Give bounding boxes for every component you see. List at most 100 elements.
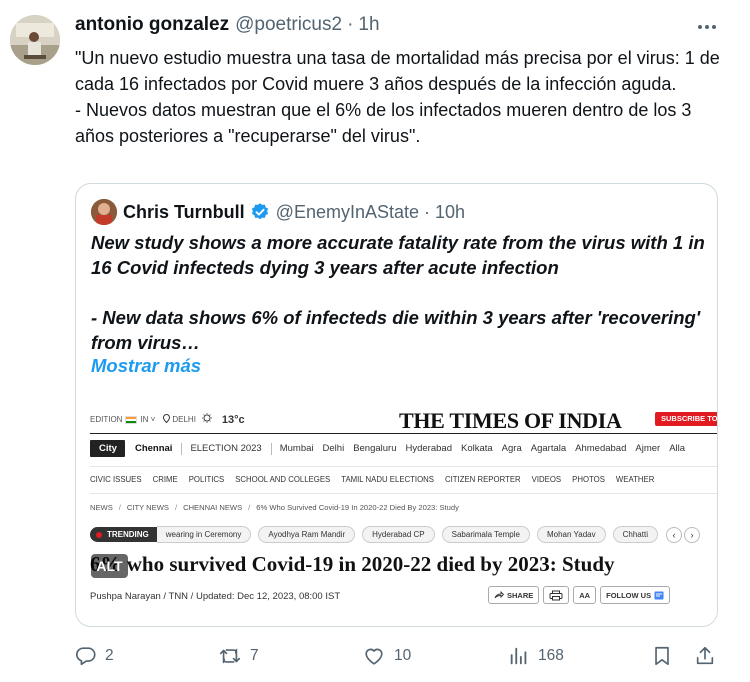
nav-rule: [90, 433, 717, 434]
like-count: 10: [394, 647, 412, 664]
city-nav-item: Delhi: [322, 443, 345, 454]
city-nav-item: Ahmedabad: [575, 443, 627, 454]
nav-separator: [270, 442, 272, 455]
section-nav-item: PHOTOS: [572, 475, 605, 484]
edition-label: EDITION: [90, 415, 123, 424]
breadcrumb-separator: /: [248, 503, 251, 512]
font-size-button: AA: [573, 586, 597, 604]
retweet-icon: [219, 648, 241, 664]
print-icon: [543, 586, 570, 604]
city-nav-active: Chennai: [134, 443, 173, 454]
section-nav-item: CRIME: [152, 475, 178, 484]
article-screenshot[interactable]: EDITION IN ˅ DELHI 13°c THE TIMES OF IND…: [76, 402, 717, 626]
city-nav-item: Agartala: [530, 443, 567, 454]
breadcrumb-item: CHENNAI NEWS: [183, 503, 243, 512]
tweet-header: antonio gonzalez @poetricus2 · 1h: [75, 12, 725, 38]
chevron-left-icon: ‹: [665, 526, 682, 543]
section-nav-item: VIDEOS: [531, 475, 562, 484]
location-pin-icon: [163, 413, 171, 425]
quote-separator-dot: ·: [424, 201, 431, 222]
city-nav-item: Hyderabad: [405, 443, 452, 454]
live-dot-icon: [96, 531, 102, 538]
chevron-right-icon: ›: [683, 526, 700, 543]
city-nav: City Chennai ELECTION 2023 Mumbai Delhi …: [90, 440, 694, 457]
city-nav-item: Mumbai: [279, 443, 314, 454]
edition-bar: EDITION IN ˅ DELHI 13°c: [90, 413, 245, 426]
divider: [90, 493, 717, 494]
city-badge: City: [90, 440, 125, 457]
share-arrow-icon: [494, 591, 504, 599]
city-label: DELHI: [172, 415, 196, 424]
follow-us-button: FOLLOW US: [600, 586, 671, 604]
city-nav-item: Kolkata: [460, 443, 493, 454]
divider: [90, 466, 717, 467]
views-count: 168: [538, 647, 564, 664]
section-nav-item: WEATHER: [615, 475, 655, 484]
breadcrumb: NEWS / CITY NEWS / CHENNAI NEWS / 6% Who…: [90, 503, 459, 512]
google-news-icon: [654, 591, 664, 599]
breadcrumb-item: NEWS: [90, 503, 113, 512]
more-icon[interactable]: [693, 18, 721, 36]
city-nav-item: Alla: [669, 443, 686, 454]
article-share-label: SHARE: [507, 590, 534, 600]
breadcrumb-separator: /: [174, 503, 178, 512]
quote-header: Chris Turnbull @EnemyInAState · 10h: [91, 199, 465, 225]
trending-pill: Sabarimala Temple: [441, 526, 530, 543]
article-byline: Pushpa Narayan / TNN / Updated: Dec 12, …: [90, 591, 341, 602]
trending-pill: Mohan Yadav: [536, 526, 606, 543]
trending-pill: Chhatti: [612, 526, 658, 543]
section-nav-item: TAMIL NADU ELECTIONS: [341, 475, 434, 484]
share-button[interactable]: [694, 640, 724, 672]
quote-author-name[interactable]: Chris Turnbull: [123, 202, 245, 223]
share-icon: [696, 646, 714, 665]
like-button[interactable]: 10: [362, 640, 411, 672]
reply-button[interactable]: 2: [75, 640, 114, 672]
quoted-tweet[interactable]: Chris Turnbull @EnemyInAState · 10h New …: [75, 183, 718, 627]
verified-badge-icon: [250, 202, 270, 222]
breadcrumb-separator: /: [118, 503, 121, 512]
section-nav: CIVIC ISSUES CRIME POLITICS SCHOOL AND C…: [90, 475, 665, 484]
bookmark-icon: [655, 646, 669, 666]
article-share-button: SHARE: [488, 586, 540, 604]
quote-author-handle[interactable]: @EnemyInAState: [276, 202, 419, 223]
tweet-time[interactable]: 1h: [358, 12, 379, 38]
retweet-count: 7: [250, 647, 259, 664]
trending-label: TRENDING: [90, 527, 157, 542]
city-nav-item: ELECTION 2023: [190, 443, 262, 454]
city-nav-item: Bengaluru: [353, 443, 397, 454]
breadcrumb-item: CITY NEWS: [126, 503, 169, 512]
alt-text-badge[interactable]: ALT: [91, 554, 128, 578]
tweet-text: "Un nuevo estudio muestra una tasa de mo…: [75, 48, 720, 146]
like-icon: [365, 648, 383, 665]
chevron-down-icon: ˅: [148, 415, 156, 424]
views-icon: [510, 647, 527, 665]
show-more-link[interactable]: Mostrar más: [91, 355, 201, 377]
bookmark-button[interactable]: [651, 640, 681, 672]
weather-icon: [201, 413, 216, 426]
nav-separator: [181, 442, 183, 455]
author-name[interactable]: antonio gonzalez: [75, 12, 229, 38]
trending-pill: Hyderabad CP: [362, 526, 435, 543]
quote-avatar[interactable]: [91, 199, 117, 225]
quote-time[interactable]: 10h: [435, 202, 465, 223]
section-nav-item: POLITICS: [188, 475, 225, 484]
reply-icon: [75, 647, 96, 666]
views-button[interactable]: 168: [508, 640, 564, 672]
quote-text: New study shows a more accurate fatality…: [91, 232, 705, 353]
section-nav-item: SCHOOL AND COLLEGES: [235, 475, 331, 484]
separator-dot: ·: [347, 14, 354, 35]
temperature: 13°c: [221, 413, 245, 426]
city-nav-item: Ajmer: [635, 443, 661, 454]
section-nav-item: CIVIC ISSUES: [90, 475, 142, 484]
author-handle[interactable]: @poetricus2: [235, 12, 342, 38]
avatar[interactable]: [10, 15, 60, 65]
edition-value: IN: [140, 415, 149, 424]
trending-pill: wearing in Ceremony: [156, 526, 252, 543]
toi-logo: THE TIMES OF INDIA: [399, 408, 622, 433]
trending-pill: Ayodhya Ram Mandir: [258, 526, 356, 543]
follow-us-label: FOLLOW US: [606, 590, 652, 600]
subscribe-button: SUBSCRIBE TO: [655, 412, 717, 426]
reply-count: 2: [105, 647, 114, 664]
retweet-button[interactable]: 7: [218, 640, 259, 672]
trending-bar: TRENDING wearing in Ceremony Ayodhya Ram…: [90, 526, 700, 543]
